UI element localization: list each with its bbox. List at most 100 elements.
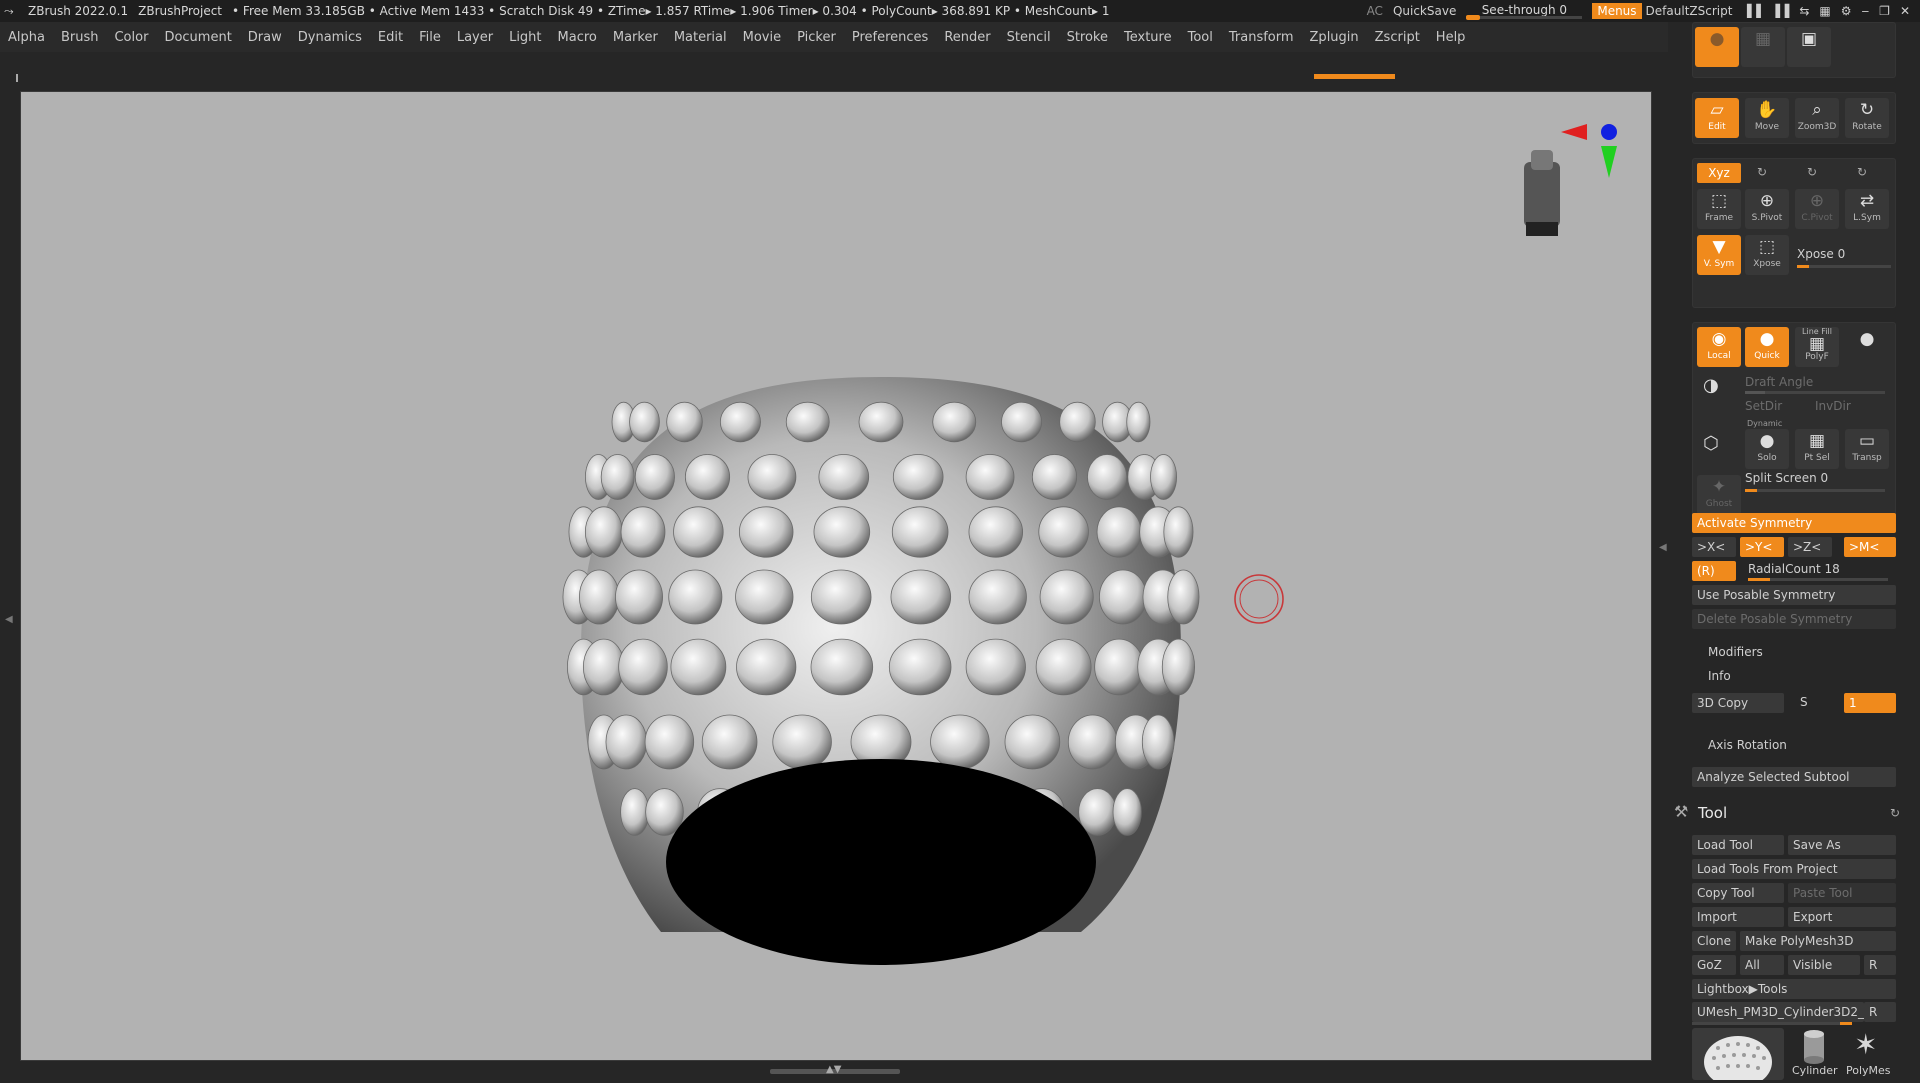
rotate-y-icon[interactable]: ↻	[1807, 165, 1817, 179]
menus-button[interactable]: Menus	[1592, 3, 1642, 19]
axis-rotation-section[interactable]: Axis Rotation	[1708, 738, 1787, 752]
rotate-z-icon[interactable]: ↻	[1857, 165, 1867, 179]
menu-color[interactable]: Color	[106, 30, 156, 45]
setdir-button[interactable]: SetDir	[1745, 399, 1782, 413]
left-tray-grip-icon[interactable]: ◀	[5, 614, 13, 625]
menu-texture[interactable]: Texture	[1116, 30, 1180, 45]
draft-angle-slider[interactable]	[1745, 391, 1885, 394]
copy-count-field[interactable]: 1	[1844, 693, 1896, 713]
restore-icon[interactable]: ❐	[1879, 4, 1890, 18]
info-section[interactable]: Info	[1708, 669, 1731, 683]
radial-r-button[interactable]: (R)	[1692, 561, 1736, 581]
menu-stroke[interactable]: Stroke	[1059, 30, 1116, 45]
copy-tool-button[interactable]: Copy Tool	[1692, 883, 1784, 903]
snapshot-button[interactable]: ▣	[1787, 27, 1831, 67]
radial-count-slider[interactable]	[1748, 578, 1888, 581]
load-tools-from-project-button[interactable]: Load Tools From Project	[1692, 859, 1896, 879]
save-as-button[interactable]: Save As	[1788, 835, 1896, 855]
menu-movie[interactable]: Movie	[735, 30, 789, 45]
paste-tool-button[interactable]: Paste Tool	[1788, 883, 1896, 903]
menu-document[interactable]: Document	[156, 30, 239, 45]
left-tray[interactable]: ◀	[0, 84, 18, 1078]
activate-symmetry-button[interactable]: Activate Symmetry	[1692, 513, 1896, 533]
use-posable-symmetry-button[interactable]: Use Posable Symmetry	[1692, 585, 1896, 605]
menu-help[interactable]: Help	[1428, 30, 1474, 45]
menu-light[interactable]: Light	[501, 30, 549, 45]
cube-icon[interactable]: ⬡	[1703, 433, 1719, 454]
goz-r-button[interactable]: R	[1864, 955, 1896, 975]
ac-label[interactable]: AC	[1367, 4, 1383, 18]
move-button[interactable]: ✋ Move	[1745, 98, 1789, 138]
goz-button[interactable]: GoZ	[1692, 955, 1736, 975]
goz-all-button[interactable]: All	[1740, 955, 1784, 975]
menu-material[interactable]: Material	[666, 30, 735, 45]
rotate-button[interactable]: ↻ Rotate	[1845, 98, 1889, 138]
menu-zplugin[interactable]: Zplugin	[1302, 30, 1367, 45]
menu-zscript[interactable]: Zscript	[1367, 30, 1428, 45]
local-button[interactable]: ◉ Local	[1697, 327, 1741, 367]
ghost-button[interactable]: ✦ Ghost	[1697, 475, 1741, 515]
menu-tool[interactable]: Tool	[1180, 30, 1221, 45]
sym-y-button[interactable]: >Y<	[1740, 537, 1784, 557]
goz-visible-button[interactable]: Visible	[1788, 955, 1860, 975]
transp-button[interactable]: ▭ Transp	[1845, 429, 1889, 469]
swap-icon[interactable]: ⇆	[1799, 4, 1809, 18]
analyze-subtool-button[interactable]: Analyze Selected Subtool	[1692, 767, 1896, 787]
lightbox-tools-button[interactable]: Lightbox▶Tools	[1692, 979, 1896, 999]
menu-preferences[interactable]: Preferences	[844, 30, 936, 45]
current-tool-r-button[interactable]: R	[1864, 1002, 1896, 1022]
minimize-icon[interactable]: ‒	[1862, 4, 1870, 18]
menu-macro[interactable]: Macro	[550, 30, 605, 45]
xpose-slider[interactable]	[1797, 265, 1891, 268]
zoom3d-button[interactable]: ⌕ Zoom3D	[1795, 98, 1839, 138]
menu-alpha[interactable]: Alpha	[0, 30, 53, 45]
import-button[interactable]: Import	[1692, 907, 1784, 927]
right-tray-divider[interactable]: ◀	[1658, 84, 1668, 1078]
grid-icon[interactable]: ▦	[1819, 4, 1830, 18]
close-icon[interactable]: ✕	[1900, 4, 1910, 18]
menu-marker[interactable]: Marker	[605, 30, 666, 45]
sym-m-button[interactable]: >M<	[1844, 537, 1896, 557]
material-sphere-button[interactable]: ●	[1845, 327, 1889, 367]
cylinder-tool-thumbnail[interactable]: Cylinder	[1792, 1028, 1838, 1080]
frame-button[interactable]: ⬚ Frame	[1697, 189, 1741, 229]
polyf-button[interactable]: Line Fill ▦ PolyF	[1795, 327, 1839, 367]
xyz-button[interactable]: Xyz	[1697, 163, 1741, 183]
contrast-icon[interactable]: ◑	[1703, 375, 1719, 396]
palette-icon[interactable]: ▐▐	[1742, 4, 1760, 18]
current-tool-thumbnail[interactable]	[1692, 1028, 1784, 1083]
modifiers-section[interactable]: Modifiers	[1708, 645, 1763, 659]
menu-draw[interactable]: Draw	[240, 30, 290, 45]
xpose-button[interactable]: ⬚ Xpose	[1745, 235, 1789, 275]
current-tool-name[interactable]: UMesh_PM3D_Cylinder3D2_4	[1692, 1002, 1864, 1022]
make-polymesh3d-button[interactable]: Make PolyMesh3D	[1740, 931, 1896, 951]
lsym-button[interactable]: ⇄ L.Sym	[1845, 189, 1889, 229]
layout-icon[interactable]: ▐▐	[1771, 4, 1789, 18]
menu-file[interactable]: File	[411, 30, 449, 45]
ptsel-button[interactable]: ▦ Pt Sel	[1795, 429, 1839, 469]
tool-refresh-icon[interactable]: ↻	[1890, 806, 1900, 820]
quicksave-button[interactable]: QuickSave	[1393, 4, 1456, 18]
tool-palette-title[interactable]: Tool	[1698, 804, 1727, 822]
bottom-tray[interactable]: ▲▼	[0, 1062, 1660, 1080]
menu-brush[interactable]: Brush	[53, 30, 107, 45]
menu-layer[interactable]: Layer	[449, 30, 501, 45]
edit-button[interactable]: ▱ Edit	[1695, 98, 1739, 138]
menu-transform[interactable]: Transform	[1221, 30, 1302, 45]
menu-dynamics[interactable]: Dynamics	[290, 30, 370, 45]
cpivot-button[interactable]: ⊕ C.Pivot	[1795, 189, 1839, 229]
menu-edit[interactable]: Edit	[370, 30, 411, 45]
export-button[interactable]: Export	[1788, 907, 1896, 927]
edit-doc-button[interactable]: ▦	[1741, 27, 1785, 67]
3d-copy-button[interactable]: 3D Copy	[1692, 693, 1784, 713]
polymesh-tool-thumbnail[interactable]: ✶ PolyMes	[1844, 1028, 1896, 1080]
menu-render[interactable]: Render	[936, 30, 998, 45]
material-swatch[interactable]: ●	[1695, 27, 1739, 67]
see-through-slider[interactable]: See-through 0	[1466, 2, 1583, 20]
clone-button[interactable]: Clone	[1692, 931, 1736, 951]
split-screen-slider[interactable]	[1745, 489, 1885, 492]
quick-button[interactable]: ● Quick	[1745, 327, 1789, 367]
right-tray-grip-icon[interactable]: ◀	[1659, 542, 1667, 553]
solo-button[interactable]: ● Solo	[1745, 429, 1789, 469]
see-through-thumb[interactable]	[1466, 15, 1481, 20]
